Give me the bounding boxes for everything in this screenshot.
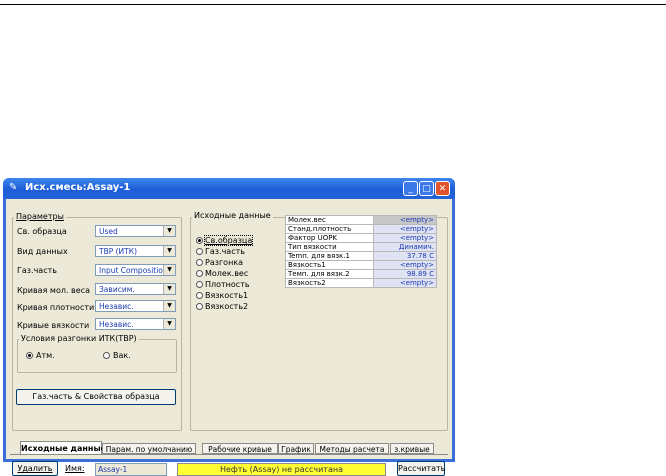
source-option-label[interactable]: Вязкость1 — [205, 291, 248, 300]
app-icon: ✎ — [9, 182, 18, 193]
param-label: Газ.часть — [17, 266, 57, 275]
distillation-conditions-label: Условия разгонки ИТК(ТВР) — [19, 334, 139, 343]
source-radio-density[interactable] — [196, 281, 203, 288]
table-cell-value[interactable]: 37.78 C — [373, 251, 437, 261]
title-bar[interactable]: ✎ Исх.смесь:Assay-1 _ □ ✕ — [3, 178, 455, 199]
table-cell-value[interactable]: <empty> — [373, 224, 437, 234]
table-row[interactable]: Temп. для вязк.1 37.78 C — [285, 251, 437, 261]
tab-curves[interactable]: з.кривые — [390, 443, 434, 454]
window-client: Параметры Св. образца Used ▼ Вид данных … — [6, 199, 452, 476]
param-label: Св. образца — [17, 227, 67, 236]
table-cell-name: Temп. для вязк.1 — [285, 251, 374, 261]
table-row[interactable]: Тип вязкости Динамич. — [285, 242, 437, 252]
table-row[interactable]: Станд.плотность <empty> — [285, 224, 437, 234]
maximize-button[interactable]: □ — [419, 181, 434, 196]
viscosity-curve-combo[interactable]: Независ. ▼ — [95, 318, 176, 330]
source-radio-sample-props[interactable] — [196, 237, 203, 244]
table-cell-value[interactable]: 98.89 C — [373, 269, 437, 279]
param-label: Кривая плотности — [17, 303, 95, 312]
table-row[interactable]: Вязкость2 <empty> — [285, 278, 437, 288]
table-cell-name: Фактор UOPK — [285, 233, 374, 243]
calculate-button[interactable]: Рассчитать — [397, 461, 445, 476]
sample-props-combo[interactable]: Used ▼ — [95, 225, 176, 237]
params-group-label: Параметры — [14, 212, 66, 221]
param-label: Кривые вязкости — [17, 321, 90, 330]
vac-radio[interactable] — [103, 352, 110, 359]
source-option-label[interactable]: Разгонка — [205, 258, 243, 267]
combo-value: Независ. — [99, 320, 134, 329]
source-option-label[interactable]: Плотность — [205, 280, 250, 289]
sample-props-table: Молек.вес <empty> Станд.плотность <empty> … — [285, 215, 437, 288]
chevron-down-icon[interactable]: ▼ — [163, 265, 175, 275]
chevron-down-icon[interactable]: ▼ — [163, 246, 175, 256]
density-curve-combo[interactable]: Независ. ▼ — [95, 300, 176, 312]
source-radio-viscosity1[interactable] — [196, 292, 203, 299]
atm-radio[interactable] — [26, 352, 33, 359]
table-cell-name: Молек.вес — [285, 215, 374, 225]
combo-value: Used — [99, 227, 118, 236]
window-title: Исх.смесь:Assay-1 — [25, 182, 131, 193]
table-cell-value[interactable]: Динамич. — [373, 242, 437, 252]
chevron-down-icon[interactable]: ▼ — [163, 319, 175, 329]
table-cell-name: Вязкость2 — [285, 278, 374, 288]
source-option-label[interactable]: Св.образца — [203, 235, 254, 246]
table-cell-name: Станд.плотность — [285, 224, 374, 234]
gas-sample-props-button[interactable]: Газ.часть & Свойства образца — [16, 389, 176, 405]
vac-radio-label[interactable]: Вак. — [113, 351, 131, 360]
combo-value: Независ. — [99, 302, 134, 311]
param-label: Кривая мол. веса — [17, 286, 90, 295]
atm-radio-label[interactable]: Атм. — [36, 351, 55, 360]
tab-source-data[interactable]: Исходные данные — [20, 441, 106, 455]
table-cell-value[interactable]: <empty> — [373, 260, 437, 270]
page-top-rule — [0, 4, 666, 5]
source-radio-viscosity2[interactable] — [196, 303, 203, 310]
source-radio-mw[interactable] — [196, 270, 203, 277]
data-type-combo[interactable]: TBP (ИТК) ▼ — [95, 245, 176, 257]
table-cell-name: Вязкость1 — [285, 260, 374, 270]
chevron-down-icon[interactable]: ▼ — [163, 226, 175, 236]
chevron-down-icon[interactable]: ▼ — [163, 284, 175, 294]
table-cell-name: Тип вязкости — [285, 242, 374, 252]
source-radio-gas-part[interactable] — [196, 248, 203, 255]
tab-plot[interactable]: График — [278, 443, 314, 454]
source-option-label[interactable]: Вязкость2 — [205, 302, 248, 311]
table-cell-value[interactable]: <empty> — [373, 233, 437, 243]
minimize-button[interactable]: _ — [403, 181, 418, 196]
combo-value: Input Composition — [99, 266, 168, 275]
table-cell-name: Темп. для вязк.2 — [285, 269, 374, 279]
source-radio-distillation[interactable] — [196, 259, 203, 266]
tab-working-curves[interactable]: Рабочие кривые — [202, 443, 278, 454]
table-row[interactable]: Темп. для вязк.2 98.89 C — [285, 269, 437, 279]
combo-value: Зависим. — [99, 285, 135, 294]
param-label: Вид данных — [17, 247, 68, 256]
source-option-label[interactable]: Молек.вес — [205, 269, 248, 278]
table-row[interactable]: Вязкость1 <empty> — [285, 260, 437, 270]
combo-value: TBP (ИТК) — [99, 247, 138, 256]
close-button[interactable]: ✕ — [435, 181, 450, 196]
table-cell-value[interactable]: <empty> — [373, 278, 437, 288]
gas-part-combo[interactable]: Input Composition ▼ — [95, 264, 176, 276]
name-label: Имя: — [65, 464, 85, 473]
tab-default-params[interactable]: Парам. по умолчанию — [102, 443, 196, 454]
table-row[interactable]: Молек.вес <empty> — [285, 215, 437, 225]
chevron-down-icon[interactable]: ▼ — [163, 301, 175, 311]
assay-window: ✎ Исх.смесь:Assay-1 _ □ ✕ Параметры Св. … — [3, 178, 455, 476]
table-cell-value[interactable]: <empty> — [373, 215, 437, 225]
source-data-label: Исходные данные — [192, 211, 273, 220]
delete-button[interactable]: Удалить — [12, 461, 58, 476]
tab-calc-methods[interactable]: Методы расчета — [315, 443, 389, 454]
mw-curve-combo[interactable]: Зависим. ▼ — [95, 283, 176, 295]
source-option-label[interactable]: Газ.часть — [205, 247, 245, 256]
table-row[interactable]: Фактор UOPK <empty> — [285, 233, 437, 243]
